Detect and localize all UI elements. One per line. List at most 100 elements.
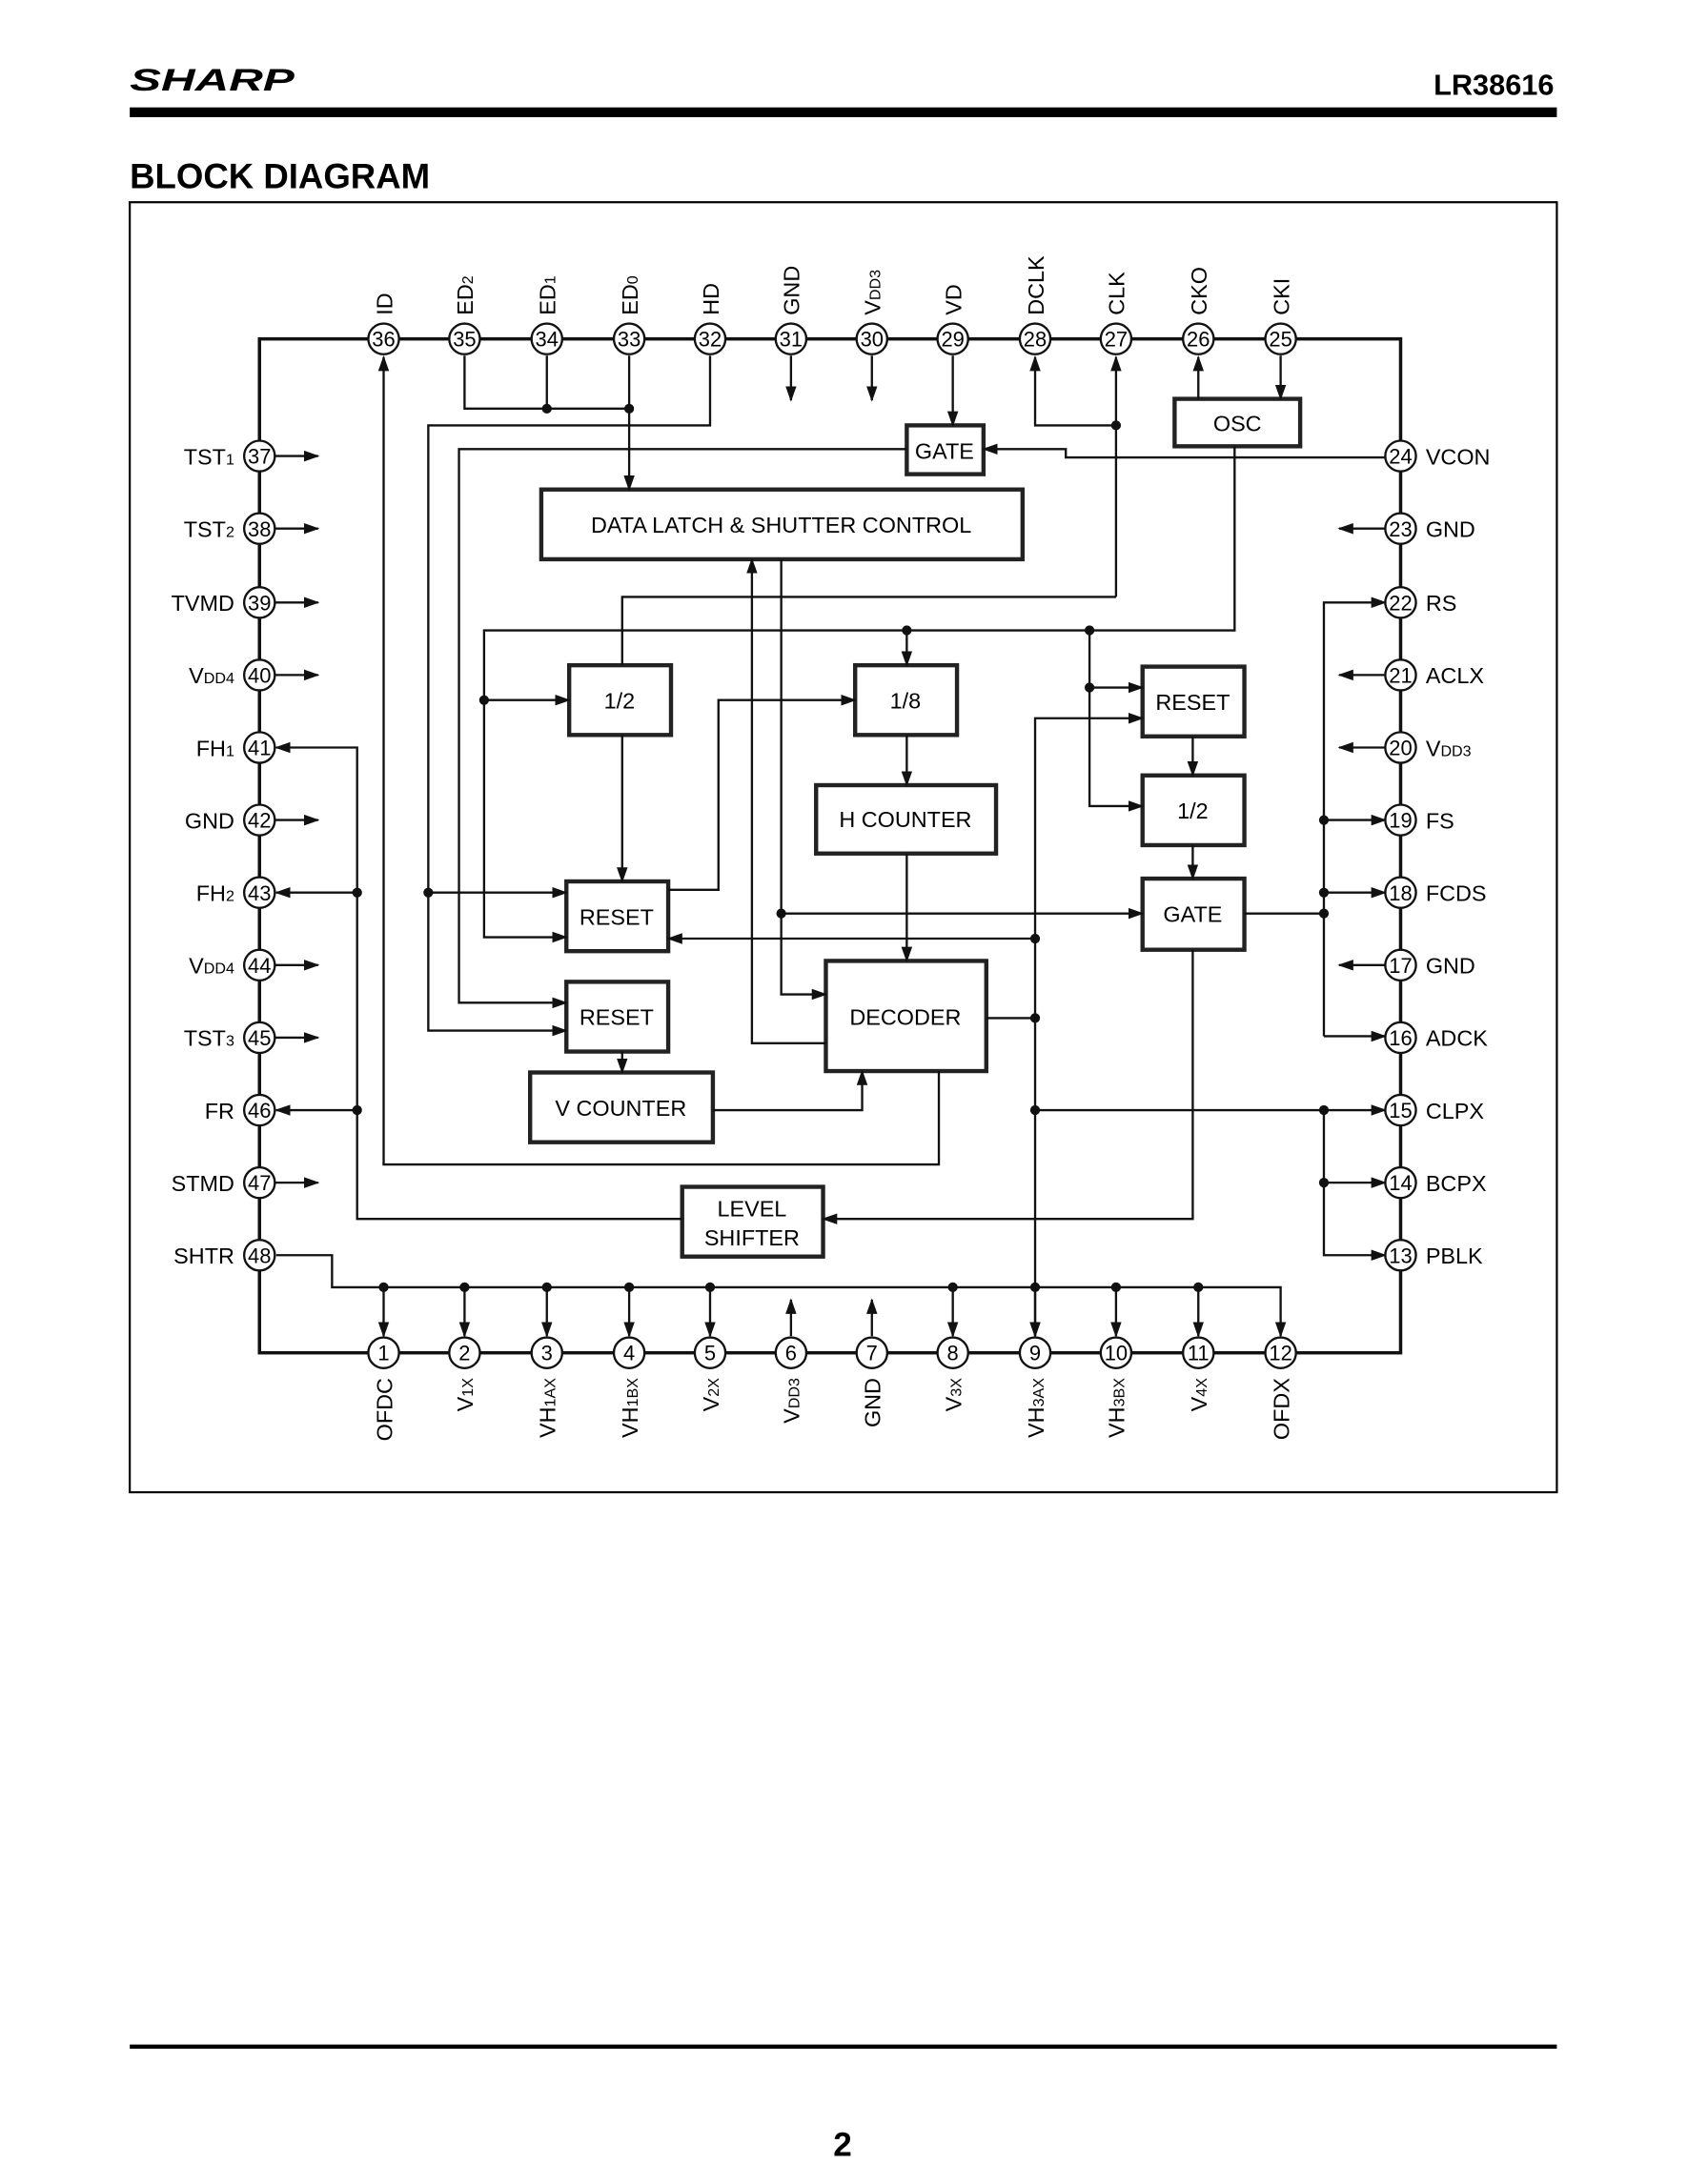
pin-name: FS — [1426, 808, 1454, 833]
pin-label: PBLK — [1426, 1244, 1483, 1268]
junction-dot — [776, 908, 786, 919]
gate-right-label: GATE — [1163, 901, 1222, 926]
pin-name: OFDC — [372, 1378, 397, 1441]
pin-number: 6 — [785, 1342, 797, 1365]
pin-name: HD — [699, 283, 723, 315]
pin-subscript: 1 — [226, 451, 234, 468]
junction-dot — [1110, 1282, 1122, 1293]
pin-subscript: DD3 — [867, 270, 885, 300]
level-shifter-label-1: LEVEL — [717, 1196, 786, 1221]
svg-text:ACLX: ACLX — [1426, 663, 1485, 688]
svg-text:V3X: V3X — [941, 1378, 966, 1412]
pin-name: GND — [185, 808, 234, 833]
svg-text:CLK: CLK — [1105, 272, 1129, 315]
pin-number: 20 — [1389, 737, 1412, 760]
pin-label: STMD — [172, 1171, 234, 1196]
pin-subscript: 2 — [459, 275, 477, 284]
pin-number: 24 — [1389, 445, 1412, 469]
pin-name: ED — [536, 284, 560, 315]
svg-text:STMD: STMD — [172, 1171, 234, 1196]
pin-label: VDD3 — [1426, 736, 1472, 760]
pin-name: V — [861, 300, 885, 315]
pin-number: 16 — [1389, 1026, 1412, 1050]
svg-text:VCON: VCON — [1426, 444, 1491, 469]
pin-name: GND — [1426, 516, 1475, 541]
svg-text:TVMD: TVMD — [172, 591, 234, 616]
pin-name: V — [780, 1408, 804, 1424]
svg-text:GND: GND — [861, 1378, 885, 1427]
pin-subscript: 3 — [226, 1033, 234, 1050]
svg-text:VDD3: VDD3 — [861, 270, 885, 315]
junction-dot — [478, 695, 490, 705]
pin-label: GND — [861, 1378, 885, 1427]
svg-text:V2X: V2X — [699, 1378, 723, 1412]
pin-name: V — [941, 1396, 966, 1411]
pin-number: 4 — [623, 1342, 635, 1365]
pin-number: 32 — [699, 328, 722, 352]
pin-subscript: 4X — [1193, 1378, 1210, 1397]
pin-number: 41 — [248, 737, 271, 760]
pin-label: TVMD — [172, 591, 234, 616]
pin-label: VH3BX — [1105, 1378, 1129, 1438]
h-counter-label: H COUNTER — [839, 807, 971, 832]
svg-text:FH1: FH1 — [196, 736, 234, 760]
footer-rule — [130, 2044, 1557, 2050]
junction-dot — [352, 1104, 362, 1116]
pin-number: 33 — [618, 328, 641, 352]
pin-number: 5 — [704, 1342, 716, 1365]
junction-dot — [1084, 625, 1095, 636]
svg-text:TST2: TST2 — [184, 516, 234, 541]
pin-name: GND — [1426, 954, 1475, 979]
section-title: BLOCK DIAGRAM — [130, 157, 430, 196]
pin-name: VH — [618, 1406, 642, 1438]
pin-number: 26 — [1187, 328, 1210, 352]
pin-number: 40 — [248, 663, 271, 687]
pin-number: 42 — [248, 809, 271, 833]
pin-name: ACLX — [1426, 663, 1485, 688]
svg-text:GND: GND — [780, 266, 804, 315]
junction-dot — [1029, 1013, 1041, 1023]
decoder-label: DECODER — [849, 1005, 961, 1030]
page: SHARP LR38616 BLOCK DIAGRAM 36ID35ED234E… — [129, 63, 1558, 2164]
pin-label: V4X — [1187, 1378, 1211, 1412]
pin-label: OFDX — [1269, 1378, 1293, 1440]
svg-text:ED0: ED0 — [618, 275, 642, 315]
svg-text:VDD3: VDD3 — [780, 1378, 804, 1424]
pin-name: RS — [1426, 591, 1457, 616]
junction-dot — [1029, 1104, 1041, 1116]
svg-text:CLPX: CLPX — [1426, 1099, 1485, 1123]
pin-number: 9 — [1029, 1342, 1041, 1365]
pin-number: 43 — [248, 881, 271, 905]
pin-label: OFDC — [372, 1378, 397, 1441]
svg-text:VH1AX: VH1AX — [536, 1378, 560, 1438]
pin-number: 45 — [248, 1026, 271, 1050]
svg-text:ADCK: ADCK — [1426, 1026, 1488, 1051]
svg-text:ID: ID — [372, 293, 397, 314]
pin-number: 8 — [947, 1342, 959, 1365]
junction-dot — [1318, 1104, 1330, 1116]
pin-name: FH — [196, 880, 226, 905]
pin-subscript: 3AX — [1030, 1378, 1047, 1407]
pin-number: 28 — [1024, 328, 1047, 352]
pin-label: GND — [1426, 954, 1475, 979]
pin-name: V — [1426, 736, 1441, 760]
svg-text:OFDX: OFDX — [1269, 1378, 1293, 1440]
pin-number: 46 — [248, 1099, 271, 1122]
pin-label: CLPX — [1426, 1099, 1485, 1123]
pin-label: RS — [1426, 591, 1457, 616]
svg-text:OFDC: OFDC — [372, 1378, 397, 1441]
part-number: LR38616 — [1434, 69, 1554, 102]
junction-dot — [623, 403, 635, 414]
pin-name: TST — [184, 444, 226, 469]
pin-number: 21 — [1389, 663, 1412, 687]
reset-mid1-label: RESET — [580, 904, 654, 929]
pin-name: PBLK — [1426, 1244, 1483, 1268]
junction-dot — [947, 1282, 958, 1293]
pin-number: 2 — [458, 1342, 470, 1365]
pin-name: CLPX — [1426, 1099, 1485, 1123]
wire — [982, 443, 1386, 459]
v-counter-label: V COUNTER — [555, 1096, 686, 1121]
pin-number: 1 — [377, 1342, 389, 1365]
pin-number: 27 — [1105, 328, 1128, 352]
pin-name: VD — [941, 284, 966, 315]
